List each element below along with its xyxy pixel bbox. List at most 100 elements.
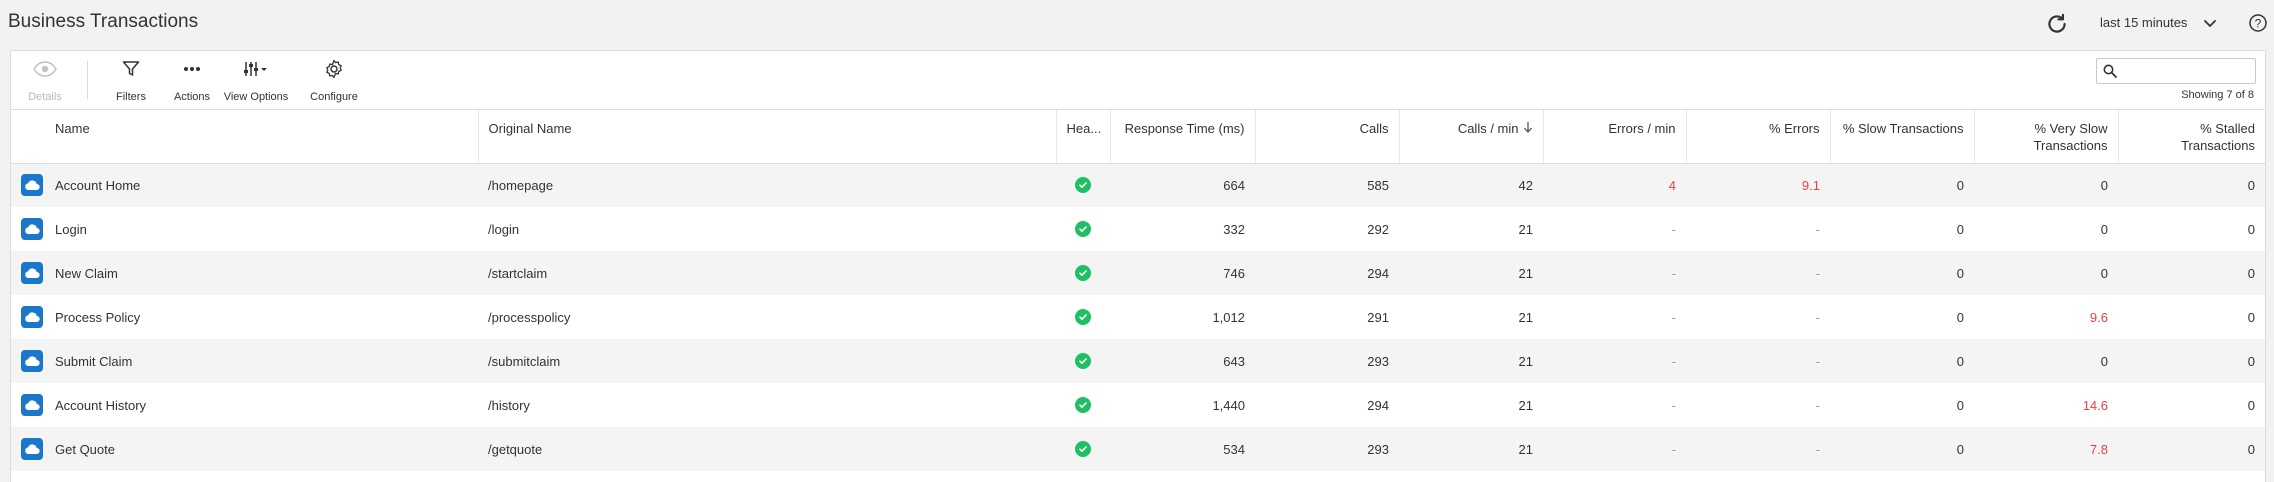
column-header-pct-errors[interactable]: % Errors bbox=[1686, 110, 1831, 164]
pct-very-slow-cell: 0 bbox=[2100, 221, 2108, 237]
pct-very-slow-cell: 0 bbox=[1974, 163, 2118, 207]
pct-errors-cell: - bbox=[1815, 397, 1820, 413]
name-cell[interactable]: Submit Claim bbox=[45, 339, 478, 383]
health-ok-icon bbox=[1075, 353, 1091, 369]
name-cell[interactable]: Account Home bbox=[45, 163, 478, 207]
sort-descending-icon bbox=[1523, 122, 1532, 133]
table-row[interactable]: Get Quote/getquote 534 293 21- -0 7.8 0 bbox=[11, 427, 2265, 471]
column-header-original-name[interactable]: Original Name bbox=[478, 110, 1057, 164]
pct-slow-cell: 0 bbox=[1956, 397, 1964, 413]
health-ok-icon bbox=[1075, 221, 1091, 237]
cloud-icon bbox=[25, 400, 40, 411]
errors-per-min-cell: - bbox=[1543, 339, 1686, 383]
cloud-icon bbox=[25, 180, 40, 191]
calls-per-min-cell: 21 bbox=[1399, 427, 1543, 471]
actions-button[interactable]: Actions bbox=[169, 57, 215, 105]
pct-stalled-cell: 0 bbox=[2247, 309, 2255, 325]
column-header-pct-slow[interactable]: % Slow Transactions bbox=[1830, 110, 1975, 164]
time-range-selector[interactable]: last 15 minutes bbox=[2100, 15, 2187, 30]
sliders-icon bbox=[244, 62, 267, 76]
eye-icon bbox=[33, 61, 57, 77]
name-cell[interactable]: Account History bbox=[45, 383, 478, 427]
column-header-health[interactable]: Hea... bbox=[1056, 110, 1111, 164]
chevron-down-icon[interactable] bbox=[2202, 15, 2218, 31]
pct-errors-cell: - bbox=[1815, 221, 1820, 237]
gear-icon bbox=[326, 59, 342, 79]
name-cell[interactable]: Login bbox=[45, 207, 478, 251]
page-title: Business Transactions bbox=[8, 11, 199, 32]
calls-per-min-cell: 21 bbox=[1399, 251, 1543, 295]
calls-cell: 293 bbox=[1255, 339, 1399, 383]
business-transaction-icon bbox=[21, 262, 43, 284]
pct-slow-cell: 0 bbox=[1956, 309, 1964, 325]
bt-type-cell bbox=[11, 251, 45, 295]
health-cell bbox=[1056, 163, 1110, 207]
pct-slow-cell: 0 bbox=[1830, 427, 1974, 471]
health-cell bbox=[1056, 295, 1110, 339]
health-cell bbox=[1056, 339, 1110, 383]
pct-very-slow-cell: 0 bbox=[1974, 339, 2118, 383]
errors-per-min-cell: 4 bbox=[1543, 163, 1686, 207]
original-name-cell: /processpolicy bbox=[488, 309, 571, 325]
details-button[interactable]: Details bbox=[25, 57, 65, 105]
table-row[interactable]: Submit Claim/submitclaim 643 293 21- -0 0 0 bbox=[11, 339, 2265, 383]
filters-button[interactable]: Filters bbox=[111, 57, 151, 105]
errors-per-min-cell: - bbox=[1671, 221, 1676, 237]
refresh-icon[interactable] bbox=[2044, 11, 2070, 37]
original-name-cell: /submitclaim bbox=[478, 339, 1056, 383]
errors-per-min-cell: - bbox=[1671, 309, 1676, 325]
business-transaction-icon bbox=[21, 350, 43, 372]
response-time-cell: 664 bbox=[1110, 163, 1255, 207]
original-name-cell: /startclaim bbox=[478, 251, 1056, 295]
business-transaction-icon bbox=[21, 438, 43, 460]
column-header-name[interactable]: Name bbox=[45, 110, 479, 164]
column-header-pct-very-slow[interactable]: % Very Slow Transactions bbox=[1974, 110, 2119, 164]
pct-slow-cell: 0 bbox=[1830, 251, 1974, 295]
table-row[interactable]: Process Policy/processpolicy 1,012 291 21 - -… bbox=[11, 295, 2265, 339]
column-header-response-time[interactable]: Response Time (ms) bbox=[1110, 110, 1256, 164]
health-cell bbox=[1056, 383, 1110, 427]
calls-cell: 294 bbox=[1367, 397, 1389, 413]
check-icon bbox=[1079, 226, 1087, 232]
calls-cell: 291 bbox=[1367, 309, 1389, 325]
health-ok-icon bbox=[1075, 309, 1091, 325]
errors-per-min-cell: - bbox=[1671, 397, 1676, 413]
check-icon bbox=[1079, 314, 1087, 320]
search-icon bbox=[2103, 64, 2117, 78]
pct-stalled-cell: 0 bbox=[2118, 251, 2265, 295]
calls-per-min-label: Calls / min bbox=[1457, 121, 1519, 136]
name-cell[interactable]: New Claim bbox=[45, 251, 478, 295]
table-row[interactable]: Account Home/homepage 664 585 42 4 9.1 0 0 0 bbox=[11, 163, 2265, 207]
configure-button[interactable]: Configure bbox=[307, 57, 361, 105]
name-cell[interactable]: Get Quote bbox=[45, 427, 478, 471]
table-row[interactable]: New Claim/startclaim 746 294 21- -0 0 0 bbox=[11, 251, 2265, 295]
column-header-pct-stalled[interactable]: % Stalled Transactions bbox=[2118, 110, 2265, 164]
column-header-calls[interactable]: Calls bbox=[1255, 110, 1400, 164]
table-row[interactable]: Login/login 332 292 21 - - 0 0 0 bbox=[11, 207, 2265, 251]
view-options-button[interactable]: View Options bbox=[223, 57, 289, 105]
original-name-cell: /history bbox=[488, 397, 530, 413]
check-icon bbox=[1079, 358, 1087, 364]
pct-stalled-cell: 0 bbox=[2118, 427, 2265, 471]
search-input[interactable] bbox=[2096, 58, 2256, 84]
cloud-icon bbox=[25, 268, 40, 279]
pct-errors-cell: - bbox=[1686, 251, 1830, 295]
check-icon bbox=[1079, 270, 1087, 276]
original-name-cell: /login bbox=[488, 221, 520, 237]
bt-type-cell bbox=[11, 295, 45, 339]
pct-slow-cell: 0 bbox=[1956, 221, 1964, 237]
calls-cell: 293 bbox=[1255, 427, 1399, 471]
column-header-calls-per-min[interactable]: Calls / min bbox=[1399, 110, 1544, 164]
table-header: Name Original Name Hea... Response Time … bbox=[11, 110, 2265, 164]
column-header-errors-per-min[interactable]: Errors / min bbox=[1543, 110, 1687, 164]
pct-stalled-cell: 0 bbox=[2118, 163, 2265, 207]
business-transaction-icon bbox=[21, 306, 43, 328]
actions-label: Actions bbox=[173, 91, 211, 103]
name-cell[interactable]: Process Policy bbox=[45, 295, 478, 339]
table-row[interactable]: Account History/history 1,440 294 21 - - 0 14.6… bbox=[11, 383, 2265, 427]
help-icon[interactable]: ? bbox=[2248, 13, 2268, 33]
health-ok-icon bbox=[1075, 441, 1091, 457]
cloud-icon bbox=[25, 356, 40, 367]
bt-type-cell bbox=[11, 207, 45, 251]
details-label: Details bbox=[28, 91, 62, 103]
